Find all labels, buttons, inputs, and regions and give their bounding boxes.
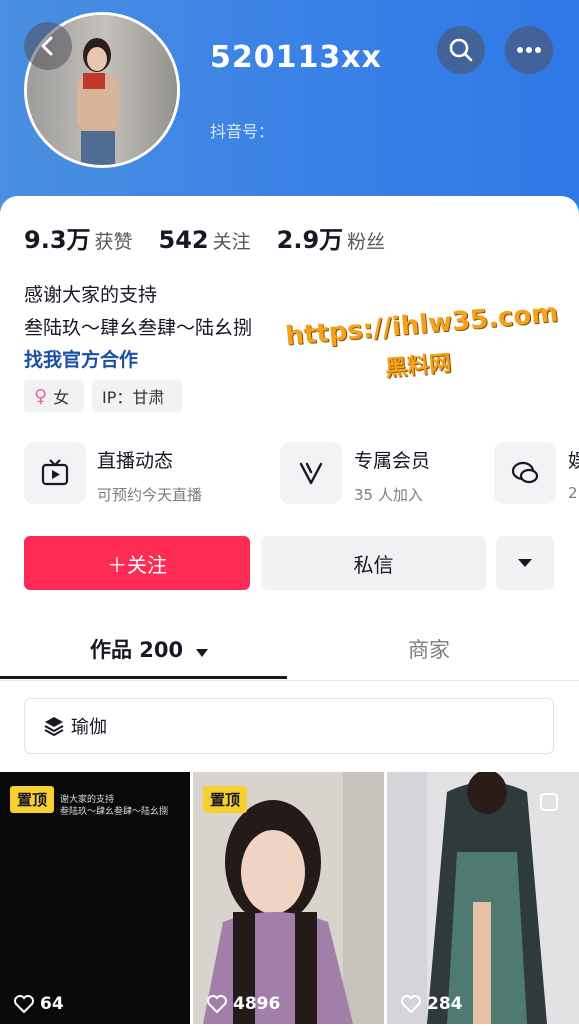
heart-icon [401,995,421,1013]
member-feature-icon-box[interactable] [280,442,342,504]
tab-works[interactable]: 作品 200 [90,634,209,664]
tab-caret-icon [196,649,209,657]
stat-label: 关注 [212,231,251,253]
heart-icon [207,995,227,1013]
active-tab-indicator [0,676,287,679]
back-arrow-icon [41,36,53,56]
member-feature-subtitle: 35 人加入 [354,486,423,504]
collection-yoga[interactable]: 瑜伽 [24,698,554,754]
video-overlay-text-2: 叁陆玖～肆幺叁肆～陆幺捌 [60,807,169,817]
video-thumb-3[interactable]: 284 [387,772,579,1024]
search-icon [449,38,473,62]
layers-icon [44,717,64,737]
group-feature-subtitle: 2 [568,484,578,502]
more-options-button[interactable] [496,536,554,590]
live-feature-title[interactable]: 直播动态 [97,446,173,473]
douyin-id-label: 抖音号： [210,122,275,141]
stat-value: 9.3万 [24,226,91,254]
video-likes: 284 [401,994,463,1014]
group-feature-icon-box[interactable] [494,442,556,504]
heart-icon [14,995,34,1013]
female-icon: ♀ [34,385,48,407]
pinned-badge: 置顶 [10,786,55,813]
collection-label: 瑜伽 [71,717,107,738]
video-thumb-1[interactable]: 置顶 谢大家的支持 叁陆玖～肆幺叁肆～陆幺捌 64 [0,772,190,1024]
video-likes: 4896 [207,994,280,1014]
stats-row: 9.3万 获赞 542 关注 2.9万 粉丝 [24,220,385,255]
message-button[interactable]: 私信 [261,536,486,590]
stat-followers[interactable]: 2.9万 粉丝 [277,220,386,255]
watermark-name: 黑料网 [384,351,453,382]
stat-label: 粉丝 [347,231,386,253]
bio-line-1: 感谢大家的支持 [24,284,158,306]
caret-down-icon [518,559,532,567]
tab-works-label: 作品 200 [90,638,184,662]
chat-bubble-icon [511,461,539,484]
stat-likes[interactable]: 9.3万 获赞 [24,220,133,255]
tab-merchant[interactable]: 商家 [408,634,450,664]
ip-tag: IP：甘肃 [92,380,182,412]
likes-count: 284 [427,994,463,1014]
stat-following[interactable]: 542 关注 [159,226,251,254]
back-button[interactable] [24,22,72,70]
gender-label: 女 [53,388,70,407]
group-feature-title[interactable]: 娱 [568,446,579,473]
username: 520113xx [210,40,382,75]
likes-count: 4896 [233,994,281,1014]
tv-icon [41,459,69,486]
gender-tag: ♀ 女 [24,380,84,412]
multi-image-icon [540,793,558,811]
follow-button[interactable]: ＋关注 [24,536,250,590]
likes-count: 64 [40,994,64,1014]
video-likes: 64 [14,994,64,1014]
more-dots-icon [517,47,541,53]
v-badge-icon [299,462,323,485]
official-cooperation-link[interactable]: 找我官方合作 [24,345,138,372]
stat-value: 2.9万 [276,226,344,254]
stat-value: 542 [158,226,209,254]
video-thumb-2[interactable]: 置顶 4896 [193,772,384,1024]
search-button[interactable] [437,26,485,74]
more-button[interactable] [505,26,553,74]
live-feature-subtitle: 可预约今天直播 [97,486,203,504]
bio-line-2: 叁陆玖～肆幺叁肆～陆幺捌 [24,317,253,339]
member-feature-title[interactable]: 专属会员 [354,446,430,473]
live-feature-icon-box[interactable] [24,442,86,504]
content-tabs [0,620,579,681]
pinned-badge: 置顶 [203,786,248,813]
stat-label: 获赞 [94,231,133,253]
